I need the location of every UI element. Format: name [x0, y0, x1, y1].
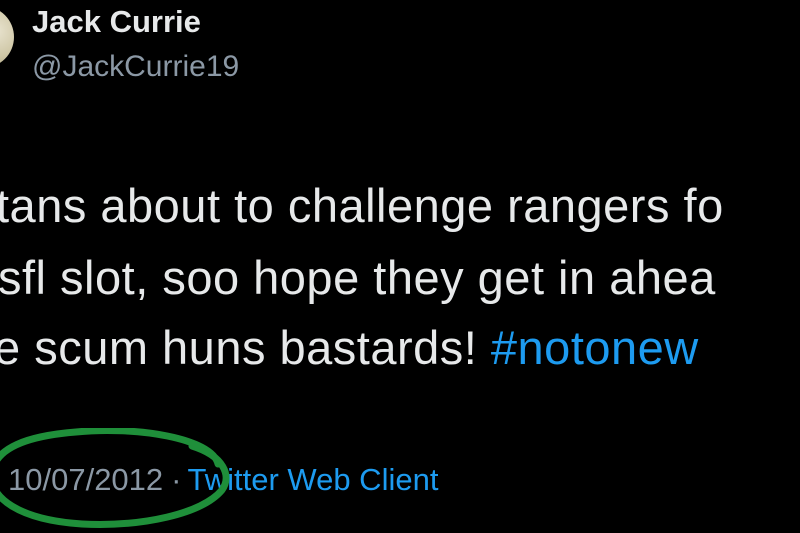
tweet-text-line-3: e scum huns bastards! #notonew: [0, 320, 699, 375]
tweet-meta: 10/07/2012 · Twitter Web Client: [8, 462, 438, 498]
tweet-date[interactable]: 10/07/2012: [8, 462, 163, 497]
author-handle[interactable]: @JackCurrie19: [32, 50, 239, 84]
author-display-name[interactable]: Jack Currie: [32, 4, 201, 40]
avatar[interactable]: [0, 6, 14, 68]
tweet-text-line-1: tans about to challenge rangers fo: [0, 179, 724, 232]
tweet-screenshot: Jack Currie @JackCurrie19 tans about to …: [0, 0, 800, 533]
tweet-text-line-3-body: e scum huns bastards!: [0, 321, 491, 374]
meta-separator: ·: [171, 462, 182, 497]
tweet-text-line-2: sfl slot, soo hope they get in ahea: [0, 251, 716, 304]
tweet-client-link[interactable]: Twitter Web Client: [187, 462, 438, 497]
hashtag-link[interactable]: #notonew: [491, 321, 699, 374]
